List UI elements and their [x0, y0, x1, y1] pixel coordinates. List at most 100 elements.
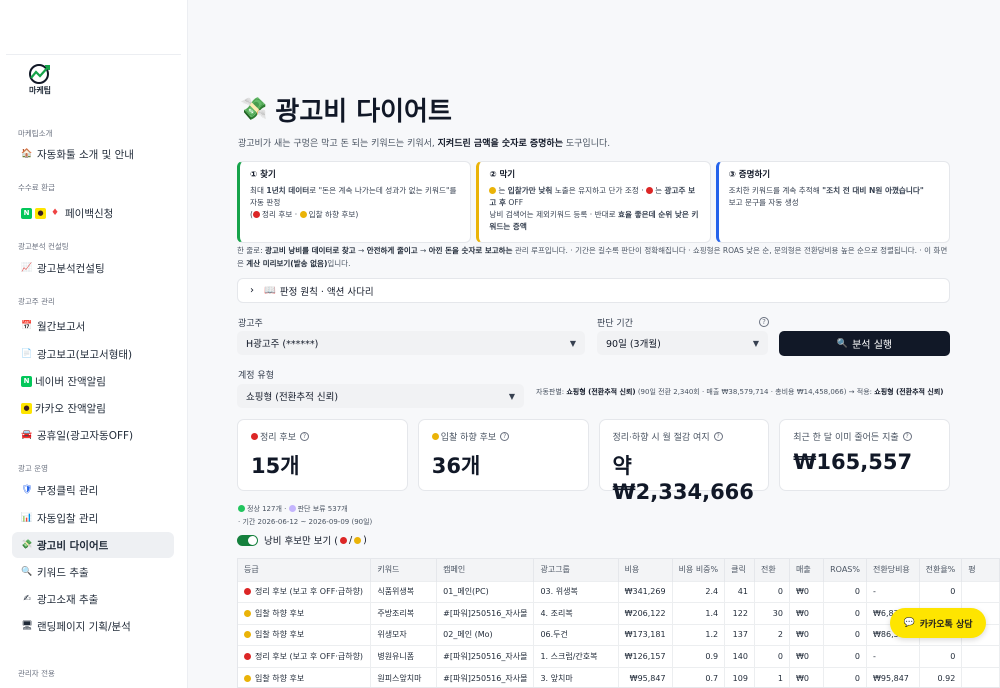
table-row[interactable]: 입찰 하향 후보 주방조리복 #[파워]250516_자사몰 4. 조리복 ₩206,1…	[238, 602, 1000, 625]
sidebar-item-naver-balance[interactable]: N 네이버 잔액알림	[12, 368, 174, 394]
account-type-select[interactable]: 쇼핑형 (전환추적 신뢰) ▼	[237, 384, 524, 408]
auto-note-bold: 쇼핑형 (전환추적 신뢰)	[874, 388, 944, 396]
toggle-label: )	[363, 534, 367, 546]
kpi-value: 약 ₩2,334,666	[612, 454, 754, 504]
column-header[interactable]: 평	[961, 559, 1000, 581]
results-table-container[interactable]: 등급 키워드 캠페인 광고그룹 비용 비용 비중% 클릭 전환 매출 ROAS%…	[237, 558, 1000, 688]
period-select[interactable]: 90일 (3개월) ▼	[597, 331, 768, 355]
sidebar-item-label: 광고비 다이어트	[37, 539, 109, 552]
step-text: 입찰 하향 후보)	[308, 209, 359, 219]
kakao-icon: ●	[21, 402, 32, 414]
kakao-consult-button[interactable]: 💬 카카오톡 상담	[890, 608, 986, 638]
help-icon[interactable]: ?	[299, 432, 309, 441]
cell-campaign: #[파워]250516_자사몰	[436, 602, 535, 625]
kpi-cards: 정리 후보? 15개 입찰 하향 후보? 36개 정리·하향 시 월 절감 여지…	[237, 419, 950, 504]
kpi-label: 정리·하향 시 월 절감 여지?	[613, 430, 756, 443]
column-header[interactable]: 매출	[789, 559, 825, 581]
column-header[interactable]: 클릭	[724, 559, 755, 581]
sidebar-item-landing[interactable]: 🖥 랜딩페이지 기획/분석	[12, 613, 174, 639]
section-title-consulting: 광고분석 컨설팅	[18, 242, 69, 251]
column-header[interactable]: ROAS%	[823, 559, 867, 581]
column-header[interactable]: 등급	[238, 559, 372, 581]
column-header[interactable]: 전환	[754, 559, 790, 581]
cell-clicks: 41	[724, 580, 755, 603]
chevron-down-icon: ▼	[508, 391, 515, 401]
auto-note-text: (90일 전환 2,340회 · 매출 ₩38,579,714 · 총비용 ₩1…	[637, 388, 873, 396]
section-title-intro: 마케팁소개	[18, 129, 53, 138]
book-icon: 📖	[264, 285, 276, 296]
grade-text: 정리 후보 (보고 후 OFF·급하향)	[255, 652, 364, 662]
sidebar-item-holiday[interactable]: 🚘 공휴일(광고자동OFF)	[12, 422, 174, 448]
cell-share: 2.4	[672, 580, 726, 603]
sidebar-item-label: 자동화툴 소개 및 안내	[37, 148, 134, 161]
cell-keyword: 위생모자	[370, 623, 438, 646]
help-icon[interactable]: ?	[902, 432, 912, 441]
note-arrow: →	[420, 246, 427, 255]
help-icon[interactable]: ?	[759, 317, 769, 327]
step-body: 조치한 키워드를 계속 추적해 "조치 전 대비 N원 아꼈습니다" 보고 문구…	[729, 185, 939, 209]
column-header[interactable]: 비용 비중%	[672, 559, 726, 581]
kpi-bid-down: 입찰 하향 후보? 36개	[417, 419, 589, 491]
logo[interactable]: 마케팁	[22, 62, 58, 100]
help-icon[interactable]: ?	[500, 432, 510, 441]
logo-icon	[29, 64, 50, 84]
pen-icon: ✍	[23, 594, 31, 604]
section-title-operation: 광고 운영	[18, 464, 48, 473]
cell-clicks: 122	[724, 602, 755, 625]
column-header[interactable]: 전환당비용	[866, 559, 920, 581]
sidebar-item-label: 월간보고서	[37, 320, 86, 333]
cell-conv: 0	[754, 645, 790, 668]
toggle-label: /	[348, 534, 353, 546]
sidebar-item-monthly-report[interactable]: 📅 월간보고서	[12, 313, 174, 339]
status-text: 정상 127개 ·	[247, 505, 289, 513]
step-bold: 1년치 데이터	[266, 185, 310, 195]
table-row[interactable]: 정리 후보 (보고 후 OFF·급하향) 병원유니폼 #[파워]250516_자사몰…	[238, 645, 1000, 668]
step-text: OFF	[508, 197, 524, 207]
sidebar-item-ad-diet[interactable]: 💸 광고비 다이어트	[12, 532, 174, 558]
cell-conv: 2	[754, 623, 790, 646]
cell-cost: ₩206,122	[618, 602, 673, 625]
waste-only-toggle-row: 낭비 후보만 보기 ( / )	[237, 533, 367, 547]
sidebar-item-label: 자동입찰 관리	[37, 512, 99, 525]
chat-bubble-icon: 💬	[903, 618, 915, 628]
principles-accordion[interactable]: › 📖 판정 원칙 · 액션 사다리	[237, 278, 950, 303]
kpi-monthly-saving: 정리·하향 시 월 절감 여지? 약 ₩2,334,666	[598, 419, 770, 504]
run-analysis-button[interactable]: 🔍 분석 실행	[779, 331, 950, 356]
column-header[interactable]: 캠페인	[436, 559, 535, 581]
table-row[interactable]: 입찰 하향 후보 원피스앞치마 #[파워]250516_자사몰 3. 앞치마 ₩95,8…	[238, 666, 1000, 687]
cell-cpa: -	[866, 645, 920, 668]
grade-cell: 정리 후보 (보고 후 OFF·급하향)	[238, 580, 372, 603]
sidebar-item-consulting[interactable]: 📈 광고분석컨설팅	[12, 255, 174, 281]
sidebar-item-payback[interactable]: N ● ♦ 페이백신청	[12, 200, 174, 226]
sidebar-item-creative-extract[interactable]: ✍ 광고소재 추출	[12, 586, 174, 612]
step-body: 는 입찰가만 낮춰 노출은 유지하고 단가 조정 · 는 광고주 보고 후 OF…	[489, 185, 699, 234]
sidebar-item-label: 부정클릭 관리	[37, 484, 99, 497]
cell-roas: 0	[823, 666, 867, 687]
advertiser-select[interactable]: H광고주 (******) ▼	[237, 331, 585, 355]
table-row[interactable]: 정리 후보 (보고 후 OFF·급하향) 식품위생복 01_메인(PC) 03. 위생…	[238, 580, 1000, 603]
cell-extra	[961, 666, 1000, 687]
column-header[interactable]: 비용	[618, 559, 673, 581]
cell-roas: 0	[823, 623, 867, 646]
sidebar-item-auto-bid[interactable]: 📊 자동입찰 관리	[12, 505, 174, 531]
help-icon[interactable]: ?	[713, 432, 723, 441]
step-body: 최대 1년치 데이터로 "돈은 계속 나가는데 성과가 없는 키워드"를 자동 …	[250, 185, 460, 221]
table-row[interactable]: 입찰 하향 후보 위생모자 02_메인 (Mo) 06.두건 ₩173,181 1.2 13…	[238, 623, 1000, 646]
cell-share: 0.9	[672, 645, 726, 668]
column-header[interactable]: 키워드	[370, 559, 438, 581]
sidebar-item-ad-report[interactable]: 📄 광고보고(보고서형태)	[12, 341, 174, 367]
sidebar-item-fraud-click[interactable]: 🛡 부정클릭 관리	[12, 477, 174, 503]
grade-cell: 입찰 하향 후보	[238, 666, 372, 687]
column-header[interactable]: 광고그룹	[533, 559, 619, 581]
waste-only-toggle[interactable]	[237, 534, 258, 546]
sidebar-item-kakao-balance[interactable]: ● 카카오 잔액알림	[12, 395, 174, 421]
column-header[interactable]: 전환율%	[919, 559, 963, 581]
sidebar-item-tool-intro[interactable]: 🏠 자동화툴 소개 및 안내	[12, 141, 174, 167]
sidebar-item-keyword-extract[interactable]: 🔍 키워드 추출	[12, 559, 174, 585]
divider	[6, 54, 181, 55]
page-title: 💸 광고비 다이어트	[240, 91, 452, 128]
cell-sales: ₩0	[789, 580, 825, 603]
yellow-dot-icon	[354, 536, 362, 544]
yellow-dot-icon	[489, 186, 497, 194]
money-icon: 💸	[240, 97, 268, 122]
